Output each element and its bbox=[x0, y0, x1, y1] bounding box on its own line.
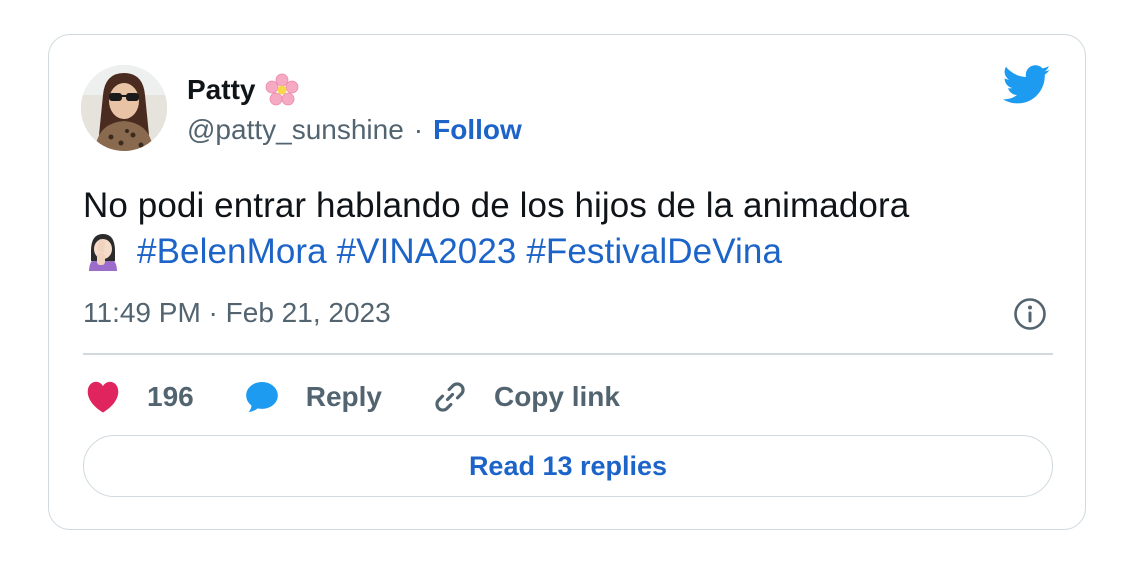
author-display-name[interactable]: Patty bbox=[187, 74, 255, 106]
follow-button[interactable]: Follow bbox=[433, 113, 522, 147]
cherry-blossom-icon bbox=[266, 73, 299, 106]
reply-button[interactable]: Reply bbox=[242, 377, 382, 417]
tweet-text: No podi entrar hablando de los hijos de … bbox=[83, 183, 1043, 275]
like-count: 196 bbox=[147, 381, 194, 412]
separator: · bbox=[413, 114, 424, 145]
avatar-photo bbox=[81, 65, 167, 151]
tweet-timestamp[interactable]: 11:49 PM · Feb 21, 2023 bbox=[83, 295, 391, 331]
twitter-bird-icon[interactable] bbox=[1003, 65, 1051, 105]
hashtag-link[interactable]: #VINA2023 bbox=[337, 232, 517, 271]
author-handle-row: @patty_sunshine · Follow bbox=[187, 113, 522, 147]
copy-link-label: Copy link bbox=[493, 381, 620, 412]
reply-label: Reply bbox=[305, 381, 382, 412]
like-button[interactable]: 196 bbox=[83, 377, 194, 417]
author-handle[interactable]: @patty_sunshine bbox=[187, 113, 404, 147]
hashtag-link[interactable]: #FestivalDeVina bbox=[526, 232, 782, 271]
divider bbox=[83, 353, 1053, 355]
tweet-actions: 196 Reply Copy link bbox=[83, 375, 620, 419]
tweet-text-line: No podi entrar hablando de los hijos de … bbox=[83, 186, 910, 225]
heart-icon bbox=[87, 381, 119, 413]
speech-bubble-icon bbox=[245, 382, 278, 412]
info-icon[interactable] bbox=[1013, 297, 1047, 331]
read-replies-button[interactable]: Read 13 replies bbox=[83, 435, 1053, 497]
link-icon bbox=[435, 382, 465, 412]
hashtag-link[interactable]: #BelenMora bbox=[137, 232, 327, 271]
tweet-card: Patty @patty_sunshine · Follow No podi e… bbox=[48, 34, 1086, 530]
avatar[interactable] bbox=[81, 65, 167, 151]
copy-link-button[interactable]: Copy link bbox=[430, 377, 620, 417]
woman-facepalming-icon bbox=[89, 234, 117, 271]
author-name-row[interactable]: Patty bbox=[187, 73, 299, 107]
